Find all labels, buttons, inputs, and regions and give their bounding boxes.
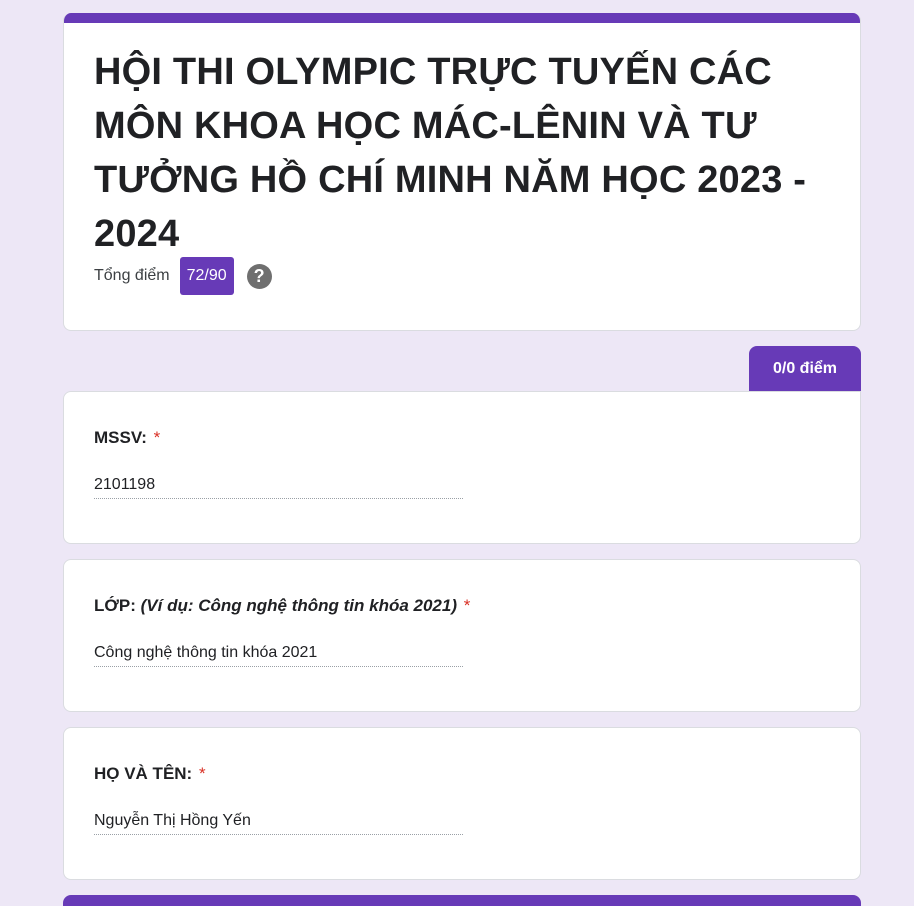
total-score-badge: 72/90	[179, 257, 234, 295]
required-asterisk: *	[463, 596, 471, 615]
form-title: HỘI THI OLYMPIC TRỰC TUYẾN CÁC MÔN KHOA …	[94, 51, 807, 255]
required-asterisk: *	[198, 764, 206, 783]
question-hint: (Ví dụ: Công nghệ thông tin khóa 2021)	[140, 596, 458, 615]
question-card-lop: LỚP: (Ví dụ: Công nghệ thông tin khóa 20…	[63, 559, 861, 712]
form-header-card: HỘI THI OLYMPIC TRỰC TUYẾN CÁC MÔN KHOA …	[63, 13, 861, 331]
question-title: LỚP: (Ví dụ: Công nghệ thông tin khóa 20…	[94, 596, 470, 616]
answer-text-mssv[interactable]: 2101198	[94, 476, 463, 499]
answer-text-lop[interactable]: Công nghệ thông tin khóa 2021	[94, 644, 463, 667]
question-card-mssv: MSSV: * 2101198	[63, 391, 861, 544]
question-circle-icon[interactable]: ?	[246, 263, 272, 289]
question-label: HỌ VÀ TÊN:	[94, 764, 193, 783]
section-points-tab: 0/0 điểm	[749, 346, 861, 392]
question-card-ho-ten: HỌ VÀ TÊN: * Nguyễn Thị Hồng Yến	[63, 727, 861, 880]
question-title: HỌ VÀ TÊN: *	[94, 764, 206, 784]
total-score-label: Tổng điểm	[94, 267, 170, 284]
header-accent-bar	[64, 13, 860, 23]
total-score-row: Tổng điểm 72/90 ?	[94, 257, 272, 295]
form-page: HỘI THI OLYMPIC TRỰC TUYẾN CÁC MÔN KHOA …	[0, 0, 914, 906]
next-section-accent-bar	[63, 895, 861, 906]
required-asterisk: *	[153, 428, 161, 447]
question-label: MSSV:	[94, 428, 147, 447]
question-label: LỚP:	[94, 596, 136, 615]
question-title: MSSV: *	[94, 428, 160, 448]
answer-text-ho-ten[interactable]: Nguyễn Thị Hồng Yến	[94, 812, 463, 835]
